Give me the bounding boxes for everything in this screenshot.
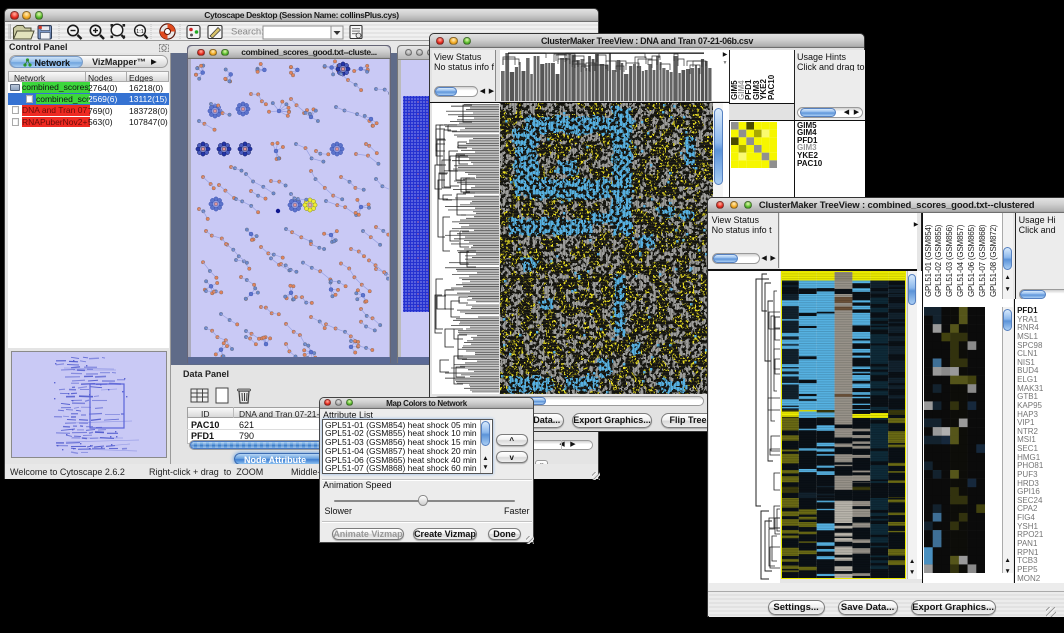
svg-text:Search:: Search:: [231, 27, 264, 38]
svg-text:1:1: 1:1: [136, 29, 144, 35]
